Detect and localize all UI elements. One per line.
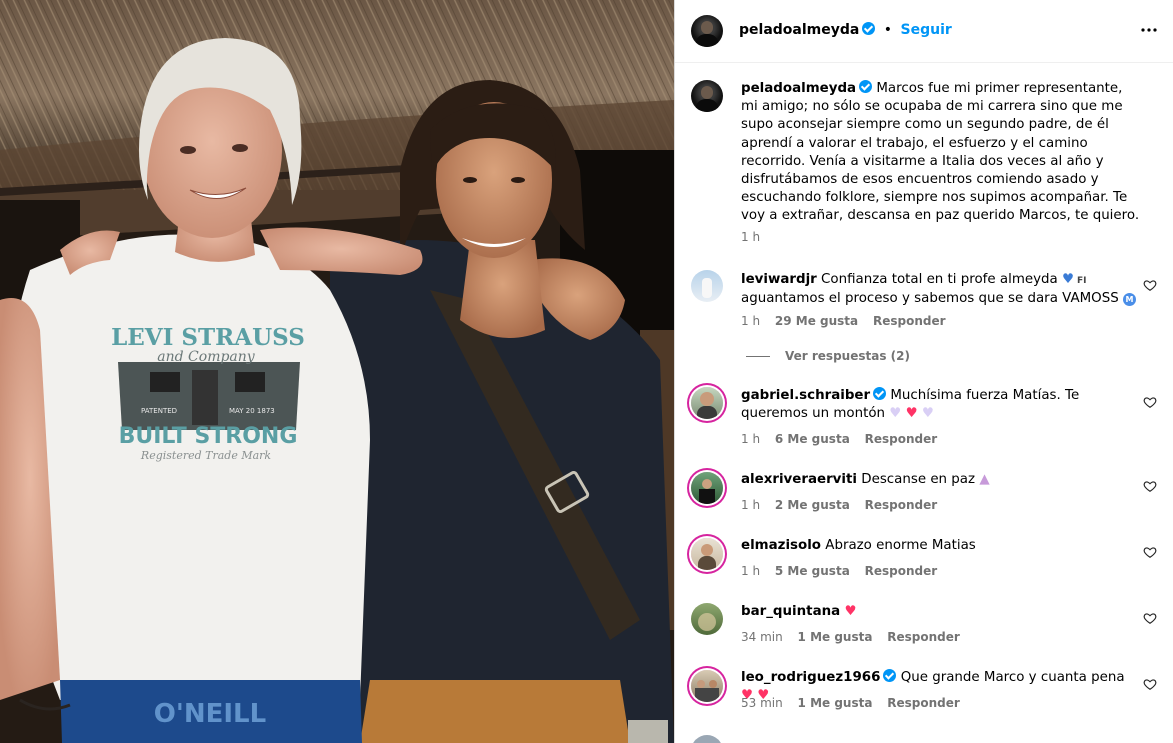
comment-body-continued: aguantamos el proceso y sabemos que se d…	[741, 291, 1119, 307]
comment-body: Descanse en paz	[861, 472, 976, 487]
heart-outline-icon[interactable]	[1143, 545, 1157, 559]
comment-likes[interactable]: 5 Me gusta	[775, 564, 850, 578]
commenter-avatar[interactable]	[691, 472, 723, 504]
shirt-text-line1: LEVI STRAUSS	[111, 324, 305, 351]
comment-time[interactable]: 1 h	[741, 564, 760, 578]
praying-hands-icon: ▲	[979, 472, 990, 487]
commenter-avatar[interactable]	[691, 735, 723, 743]
flag-badge: FI	[1077, 276, 1087, 286]
post-image: LEVI STRAUSS and Company PATENTED MAY 20…	[0, 0, 674, 743]
comment-meta: 1 h 2 Me gusta Responder	[741, 498, 948, 512]
reply-button[interactable]: Responder	[873, 314, 946, 328]
pink-heart-icon: ♥	[905, 406, 918, 422]
commenter-avatar[interactable]	[691, 603, 723, 635]
comment-meta: 1 h 5 Me gusta Responder	[741, 564, 948, 578]
comment-username[interactable]: elmazisolo	[741, 538, 821, 553]
comment-text: gabriel.schraiber Muchísima fuerza Matía…	[741, 387, 1136, 423]
m-badge-icon: M	[1122, 293, 1136, 307]
comment-likes[interactable]: 2 Me gusta	[775, 498, 850, 512]
comment-text: alexriveraerviti Descanse en paz ▲	[741, 471, 1136, 489]
caption-time[interactable]: 1 h	[741, 230, 760, 244]
heart-outline-icon[interactable]	[1143, 677, 1157, 691]
reply-button[interactable]: Responder	[865, 564, 938, 578]
comment-text: elmazisolo Abrazo enorme Matias	[741, 537, 1136, 555]
verified-badge-icon	[859, 80, 873, 93]
shirt-text-line4: Registered Trade Mark	[140, 449, 272, 462]
heart-outline-icon[interactable]	[1143, 395, 1157, 409]
white-heart-icon: ♥	[889, 406, 902, 422]
commenter-avatar[interactable]	[691, 387, 723, 419]
blue-heart-icon: ♥	[1062, 272, 1075, 287]
comment-likes[interactable]: 1 Me gusta	[798, 630, 873, 644]
white-heart-icon: ♥	[921, 406, 934, 422]
comment-time[interactable]: 1 h	[741, 498, 760, 512]
comment-body: Abrazo enorme Matias	[825, 538, 976, 553]
follow-button[interactable]: Seguir	[901, 22, 952, 38]
heart-outline-icon[interactable]	[1143, 479, 1157, 493]
verified-badge-icon	[883, 669, 897, 682]
post-photo[interactable]: LEVI STRAUSS and Company PATENTED MAY 20…	[0, 0, 674, 743]
comment-username[interactable]: alexriveraerviti	[741, 472, 857, 487]
heart-outline-icon[interactable]	[1143, 611, 1157, 625]
comment-text: leviwardjr Confianza total en ti profe a…	[741, 271, 1136, 308]
reply-button[interactable]: Responder	[887, 696, 960, 710]
comment-time[interactable]: 34 min	[741, 630, 783, 644]
comment-likes[interactable]: 1 Me gusta	[798, 696, 873, 710]
comment-likes[interactable]: 6 Me gusta	[775, 432, 850, 446]
reply-button[interactable]: Responder	[865, 432, 938, 446]
reply-button[interactable]: Responder	[865, 498, 938, 512]
pink-heart-icon: ♥	[844, 604, 857, 619]
heart-outline-icon[interactable]	[1143, 278, 1157, 292]
comment-text: bar_quintana ♥	[741, 603, 1136, 621]
caption-username[interactable]: peladoalmeyda	[741, 81, 856, 96]
comment-meta: 53 min 1 Me gusta Responder	[741, 696, 971, 710]
comment-meta: 1 h 6 Me gusta Responder	[741, 432, 948, 446]
comment-username[interactable]: bar_quintana	[741, 604, 840, 619]
comment-body: Confianza total en ti profe almeyda	[821, 272, 1058, 287]
verified-badge-icon	[873, 387, 887, 400]
owner-avatar[interactable]	[691, 15, 723, 47]
view-replies-button[interactable]: Ver respuestas (2)	[746, 349, 910, 363]
post-header: peladoalmeyda • Seguir	[675, 0, 1173, 63]
shirt-text-line3: BUILT STRONG	[119, 424, 298, 449]
comment-username[interactable]: gabriel.schraiber	[741, 388, 870, 403]
reply-button[interactable]: Responder	[887, 630, 960, 644]
shirt-text-line2: and Company	[157, 349, 256, 365]
comment-username[interactable]: leo_rodriguez1966	[741, 670, 880, 685]
separator-dot: •	[883, 22, 893, 38]
comment-likes[interactable]: 29 Me gusta	[775, 314, 858, 328]
post-side-panel: peladoalmeyda • Seguir peladoalmeyda Mar…	[674, 0, 1173, 743]
shorts-text: O'NEILL	[154, 699, 266, 729]
caption-body: Marcos fue mi primer representante, mi a…	[741, 81, 1140, 224]
comment-time[interactable]: 53 min	[741, 696, 783, 710]
comment-meta: 34 min 1 Me gusta Responder	[741, 630, 971, 644]
commenter-avatar[interactable]	[691, 670, 723, 702]
caption-text: peladoalmeyda Marcos fue mi primer repre…	[741, 80, 1141, 226]
shirt-badge-left: PATENTED	[141, 407, 177, 415]
verified-badge-icon	[862, 22, 876, 35]
comment-time[interactable]: 1 h	[741, 432, 760, 446]
commenter-avatar[interactable]	[691, 270, 723, 302]
more-options-icon[interactable]	[1137, 18, 1161, 47]
comment-item-partial	[675, 733, 1173, 743]
comment-time[interactable]: 1 h	[741, 314, 760, 328]
commenter-avatar[interactable]	[691, 538, 723, 570]
shirt-badge-right: MAY 20 1873	[229, 407, 275, 415]
comment-username[interactable]: leviwardjr	[741, 272, 817, 287]
owner-username[interactable]: peladoalmeyda	[739, 22, 859, 38]
comment-meta: 1 h 29 Me gusta Responder	[741, 314, 957, 328]
caption-avatar[interactable]	[691, 80, 723, 112]
comment-body: Que grande Marco y cuanta pena	[900, 670, 1125, 685]
